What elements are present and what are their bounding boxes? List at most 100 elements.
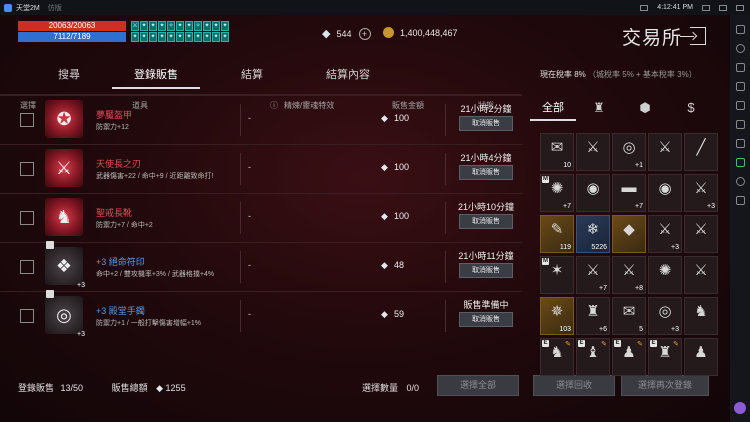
inventory-slot[interactable]: ◉ <box>648 174 682 212</box>
minimize-button[interactable] <box>702 4 710 11</box>
buff-icon[interactable]: ✦ <box>167 32 175 42</box>
inventory-slot[interactable]: ⚔ +3 <box>684 174 718 212</box>
record-icon[interactable] <box>640 4 649 11</box>
buff-icon[interactable]: ✦ <box>212 21 220 31</box>
row-checkbox[interactable] <box>20 211 34 225</box>
inventory-slot[interactable]: ╱ <box>684 133 718 171</box>
inventory-slot[interactable]: ⚔ <box>648 133 682 171</box>
inventory-slot[interactable]: ⚔ <box>684 256 718 294</box>
buff-icon[interactable]: ✦ <box>176 32 184 42</box>
buff-icon[interactable]: ✦ <box>185 32 193 42</box>
row-checkbox[interactable] <box>20 113 34 127</box>
maximize-button[interactable] <box>719 4 727 11</box>
inventory-slot[interactable]: ♞ <box>684 297 718 335</box>
apk-icon[interactable] <box>735 139 745 148</box>
inventory-slot[interactable]: ▬ +7 <box>612 174 646 212</box>
buff-icon[interactable]: ✦ <box>221 32 229 42</box>
inventory-slot[interactable]: ⚔ <box>684 215 718 253</box>
more-icon[interactable] <box>735 196 745 205</box>
tab-settlement[interactable]: 結算 <box>212 63 292 89</box>
buff-icon[interactable]: ✦ <box>203 21 211 31</box>
add-diamond-button[interactable]: + <box>358 27 371 40</box>
inventory-slot[interactable]: ✵ 103 <box>540 297 574 335</box>
inventory-slot[interactable]: ◎ +1 <box>612 133 646 171</box>
inventory-slot[interactable]: ✎ 119 <box>540 215 574 253</box>
rotate-icon[interactable] <box>735 82 745 91</box>
inventory-slot[interactable]: ♟ E ✎ <box>612 338 646 376</box>
assistant-icon[interactable] <box>734 402 746 414</box>
buff-icon[interactable]: ✦ <box>221 21 229 31</box>
slot-tag-icon: E <box>650 340 657 347</box>
close-window-button[interactable] <box>736 4 744 11</box>
buff-icon[interactable]: ✧ <box>167 21 175 31</box>
table-row[interactable]: ◎ +3 +3 殿堂手鐲 防禦力+1 / 一般打擊傷害增幅+1% - ◆ 59 販售準備中 取消… <box>0 290 522 339</box>
buff-icon[interactable]: ✦ <box>212 32 220 42</box>
buff-icon[interactable]: ✦ <box>203 32 211 42</box>
inventory-tab-money[interactable]: $ <box>668 95 714 121</box>
inventory-slot[interactable]: ✉ 5 <box>612 297 646 335</box>
inventory-slot[interactable]: ⚔ +3 <box>648 215 682 253</box>
inventory-slot[interactable]: ✺ <box>648 256 682 294</box>
table-row[interactable]: ♞ 聖戒長靴 防禦力+7 / 命中+2 - ◆ 100 21小時10分鐘 取消販售 <box>0 193 522 241</box>
tab-register-sale[interactable]: 登錄販售 <box>112 63 200 89</box>
table-row[interactable]: ❖ +3 +3 絕命符印 命中+2 / 雙攻機率+3% / 武器格擋+4% - ◆ 48 21… <box>0 241 522 290</box>
buff-icon[interactable]: ✦ <box>176 21 184 31</box>
buff-icon[interactable]: ✦ <box>131 32 139 42</box>
buff-icon[interactable]: ✦ <box>149 32 157 42</box>
inventory-tab-consumable[interactable]: ⬢ <box>622 95 668 121</box>
cancel-sale-button[interactable]: 取消販售 <box>459 312 513 327</box>
buff-icon[interactable]: ✦ <box>158 21 166 31</box>
sync-icon[interactable] <box>735 177 745 186</box>
inventory-slot[interactable]: ◆ <box>612 215 646 253</box>
inventory-item-count: +6 <box>599 326 607 333</box>
buff-icon[interactable]: ⚔ <box>131 21 139 31</box>
inventory-slot[interactable]: ✉ 10 <box>540 133 574 171</box>
buff-icon[interactable]: ✦ <box>185 21 193 31</box>
buff-icon[interactable]: ✦ <box>140 21 148 31</box>
buff-icon[interactable]: ✦ <box>158 32 166 42</box>
inventory-slot[interactable]: ✺ M +7 <box>540 174 574 212</box>
row-checkbox[interactable] <box>20 162 34 176</box>
row-checkbox[interactable] <box>20 260 34 274</box>
select-all-button[interactable]: 選擇全部 <box>437 375 519 396</box>
tax-label: 現在稅率 <box>540 70 572 79</box>
inventory-slot[interactable]: ♝ E ✎ <box>576 338 610 376</box>
buff-icon[interactable]: ✧ <box>194 21 202 31</box>
keyboard-icon[interactable] <box>735 25 745 34</box>
cancel-sale-button[interactable]: 取消販售 <box>459 214 513 229</box>
cancel-sale-button[interactable]: 取消販售 <box>459 263 513 278</box>
tax-info: 現在稅率 8% （城稅率 5% + 基本稅率 3%） <box>540 69 697 80</box>
inventory-item-glyph: ▬ <box>621 179 637 196</box>
table-row[interactable]: ⚔ 天使長之刃 武器傷害+22 / 命中+9 / 近距離致命打! - ◆ 100 21小時4… <box>0 144 522 192</box>
screenshot-icon[interactable] <box>735 101 745 110</box>
inventory-slot[interactable]: ♜ +6 <box>576 297 610 335</box>
item-name: +3 絕命符印 <box>96 257 145 267</box>
buff-icon[interactable]: ✦ <box>194 32 202 42</box>
inventory-tab-all[interactable]: 全部 <box>530 95 576 121</box>
macro-icon[interactable] <box>735 158 745 167</box>
tab-search[interactable]: 搜尋 <box>30 63 108 89</box>
inventory-slot[interactable]: ♜ E ✎ <box>648 338 682 376</box>
volume-icon[interactable] <box>735 44 745 53</box>
table-row[interactable]: ✪ 夢魘盔甲 防禦力+12 - ◆ 100 21小時2分鐘 取消販售 <box>0 95 522 143</box>
inventory-item-glyph: ♞ <box>694 303 708 320</box>
inventory-slot[interactable]: ♟ <box>684 338 718 376</box>
cancel-sale-button[interactable]: 取消販售 <box>459 116 513 131</box>
inventory-slot[interactable]: ❄ 5226 <box>576 215 610 253</box>
inventory-slot[interactable]: ⚔ <box>576 133 610 171</box>
cancel-sale-button[interactable]: 取消販售 <box>459 165 513 180</box>
buff-icon[interactable]: ✦ <box>149 21 157 31</box>
screen-icon[interactable] <box>735 63 745 72</box>
exit-icon[interactable] <box>680 27 706 45</box>
buff-icon[interactable]: ✦ <box>140 32 148 42</box>
inventory-slot[interactable]: ◎ +3 <box>648 297 682 335</box>
folder-icon[interactable] <box>735 120 745 129</box>
tab-settlement-detail[interactable]: 結算內容 <box>298 63 398 89</box>
inventory-slot[interactable]: ⚔ +7 <box>576 256 610 294</box>
inventory-slot[interactable]: ✶ M <box>540 256 574 294</box>
inventory-tab-equipment[interactable]: ♜ <box>576 95 622 121</box>
row-checkbox[interactable] <box>20 309 34 323</box>
inventory-slot[interactable]: ♞ E ✎ <box>540 338 574 376</box>
inventory-slot[interactable]: ⚔ +8 <box>612 256 646 294</box>
inventory-slot[interactable]: ◉ <box>576 174 610 212</box>
